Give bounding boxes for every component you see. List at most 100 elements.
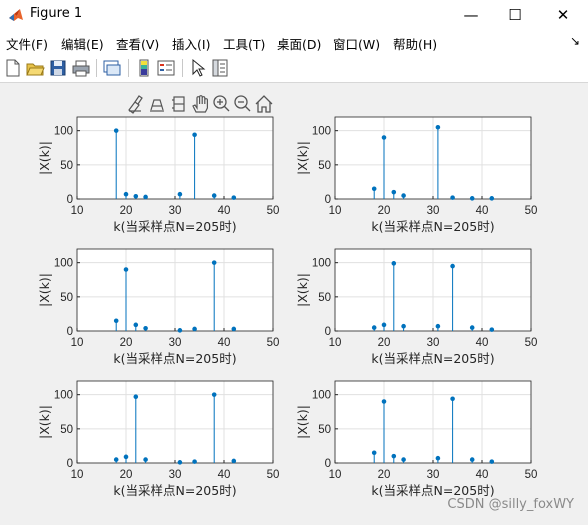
x-tick-label: 50 [525, 205, 538, 217]
stem-marker [371, 325, 377, 330]
x-tick-label: 20 [120, 469, 133, 481]
stem-marker [401, 457, 406, 462]
stem-marker [381, 135, 387, 140]
stem-marker [133, 193, 139, 199]
stem-marker [123, 454, 129, 460]
subplot-2[interactable]: 10 20 30 40 50 0 50 100 k(当采样点N=205时) |X(k)| [295, 116, 538, 234]
figure-bottom-strip [0, 512, 588, 525]
stem-marker [489, 196, 495, 201]
subplot-6[interactable]: 10 20 30 40 50 0 50 100 k(当采样点N=205时) |X(k)| [295, 380, 538, 498]
stem-marker [123, 191, 129, 197]
y-tick-label: 0 [67, 326, 73, 338]
stem-marker [435, 455, 441, 461]
x-tick-label: 20 [378, 205, 391, 217]
y-axis-label: |X(k)| [37, 141, 52, 175]
y-tick-label: 100 [54, 258, 73, 270]
x-tick-label: 50 [525, 469, 538, 481]
x-tick-label: 10 [329, 205, 342, 217]
y-tick-label: 100 [312, 126, 331, 138]
y-axis-label: |X(k)| [295, 405, 310, 439]
stem-marker [435, 323, 441, 329]
y-tick-label: 100 [312, 258, 331, 270]
x-tick-label: 50 [525, 337, 538, 349]
stem-marker [391, 189, 397, 195]
x-tick-label: 30 [427, 469, 440, 481]
y-tick-label: 50 [318, 160, 331, 172]
y-tick-label: 0 [67, 458, 73, 470]
y-tick-label: 0 [325, 326, 331, 338]
stem-marker [133, 322, 139, 328]
stem-marker [211, 392, 217, 397]
stem-marker [231, 195, 237, 200]
subplot-4[interactable]: 10 20 30 40 50 0 50 100 k(当采样点N=205时) |X(k)| [295, 248, 538, 366]
y-tick-label: 50 [60, 292, 73, 304]
x-tick-label: 40 [476, 469, 489, 481]
x-tick-label: 30 [427, 205, 440, 217]
stem-marker [401, 323, 406, 329]
stem-marker [489, 459, 495, 464]
stem-marker [450, 263, 455, 269]
x-tick-label: 40 [218, 205, 231, 217]
x-tick-label: 30 [169, 205, 182, 217]
stem-marker [192, 326, 197, 332]
stem-marker [489, 327, 495, 332]
x-tick-label: 30 [169, 469, 182, 481]
stem-marker [469, 325, 475, 330]
y-tick-label: 0 [325, 194, 331, 206]
x-axis-label: k(当采样点N=205时) [113, 351, 236, 366]
x-tick-label: 10 [71, 205, 84, 217]
x-tick-label: 40 [218, 337, 231, 349]
x-tick-label: 30 [169, 337, 182, 349]
stem-marker [177, 460, 183, 465]
y-tick-label: 0 [67, 194, 73, 206]
y-tick-label: 50 [60, 424, 73, 436]
x-tick-label: 40 [476, 205, 489, 217]
stem-marker [177, 328, 183, 333]
stem-marker [401, 193, 406, 198]
x-tick-label: 10 [329, 337, 342, 349]
subplot-3[interactable]: 10 20 30 40 50 0 50 100 k(当采样点N=205时) |X(k)| [37, 248, 280, 366]
stem-marker [469, 457, 475, 462]
y-axis-label: |X(k)| [295, 141, 310, 175]
y-tick-label: 50 [318, 292, 331, 304]
stem-marker [123, 267, 129, 272]
x-tick-label: 50 [267, 205, 280, 217]
x-tick-label: 50 [267, 337, 280, 349]
stem-marker [391, 453, 397, 459]
stem-marker [450, 396, 455, 402]
stem-marker [381, 322, 387, 328]
y-tick-label: 50 [60, 160, 73, 172]
stem-marker [113, 457, 119, 462]
x-tick-label: 20 [378, 469, 391, 481]
stem-marker [113, 318, 119, 324]
stem-marker [391, 261, 397, 266]
subplot-1[interactable]: 10 20 30 40 50 0 50 100 k(当采样点N=205时) |X(k)| [37, 116, 280, 234]
stem-marker [231, 458, 237, 464]
x-tick-label: 20 [120, 337, 133, 349]
stem-marker [192, 459, 197, 464]
stem-marker [450, 195, 455, 200]
x-tick-label: 20 [120, 205, 133, 217]
subplot-5[interactable]: 10 20 30 40 50 0 50 100 k(当采样点N=205时) |X(k)| [37, 380, 280, 498]
stem-marker [113, 128, 119, 133]
stem-marker [177, 191, 183, 197]
x-tick-label: 50 [267, 469, 280, 481]
x-axis-label: k(当采样点N=205时) [371, 219, 494, 234]
y-tick-label: 50 [318, 424, 331, 436]
x-tick-label: 20 [378, 337, 391, 349]
y-axis-label: |X(k)| [37, 273, 52, 307]
x-axis-label: k(当采样点N=205时) [371, 483, 494, 498]
x-tick-label: 40 [476, 337, 489, 349]
stem-marker [192, 132, 197, 138]
watermark: CSDN @silly_foxWY [447, 497, 574, 512]
stem-marker [133, 394, 139, 400]
figure-plot-area: 10 20 30 40 50050100k(当采样点N=205时)|X(k)|10 20 3… [37, 116, 538, 498]
x-tick-label: 10 [71, 337, 84, 349]
stem-marker [211, 260, 217, 265]
x-tick-label: 30 [427, 337, 440, 349]
x-axis-label: k(当采样点N=205时) [371, 351, 494, 366]
stem-marker [143, 457, 148, 462]
stem-marker [371, 186, 377, 192]
x-tick-label: 10 [71, 469, 84, 481]
stem-marker [143, 325, 148, 331]
